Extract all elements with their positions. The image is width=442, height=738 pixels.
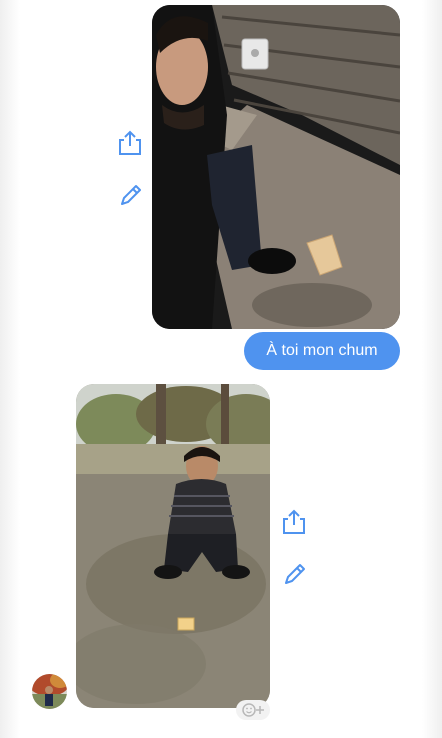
right-edge-shadow [422, 0, 442, 738]
share-icon [283, 509, 305, 534]
received-photo-image [76, 384, 270, 708]
sent-text-bubble[interactable]: À toi mon chum [244, 332, 400, 370]
share-received-photo-button[interactable] [280, 507, 308, 535]
sent-photo-image [152, 5, 400, 329]
add-reaction-icon [242, 703, 264, 717]
contact-avatar[interactable] [32, 674, 67, 709]
edit-received-photo-button[interactable] [280, 561, 308, 589]
sent-photo-message[interactable] [152, 5, 400, 329]
pencil-icon [121, 185, 141, 205]
left-edge-shadow [0, 0, 20, 738]
avatar-image [32, 674, 67, 709]
share-photo-button[interactable] [116, 128, 144, 156]
add-reaction-button[interactable] [236, 700, 270, 720]
share-icon [119, 130, 141, 155]
received-photo-message[interactable] [76, 384, 270, 708]
edit-photo-button[interactable] [116, 182, 144, 210]
pencil-icon [285, 564, 305, 584]
